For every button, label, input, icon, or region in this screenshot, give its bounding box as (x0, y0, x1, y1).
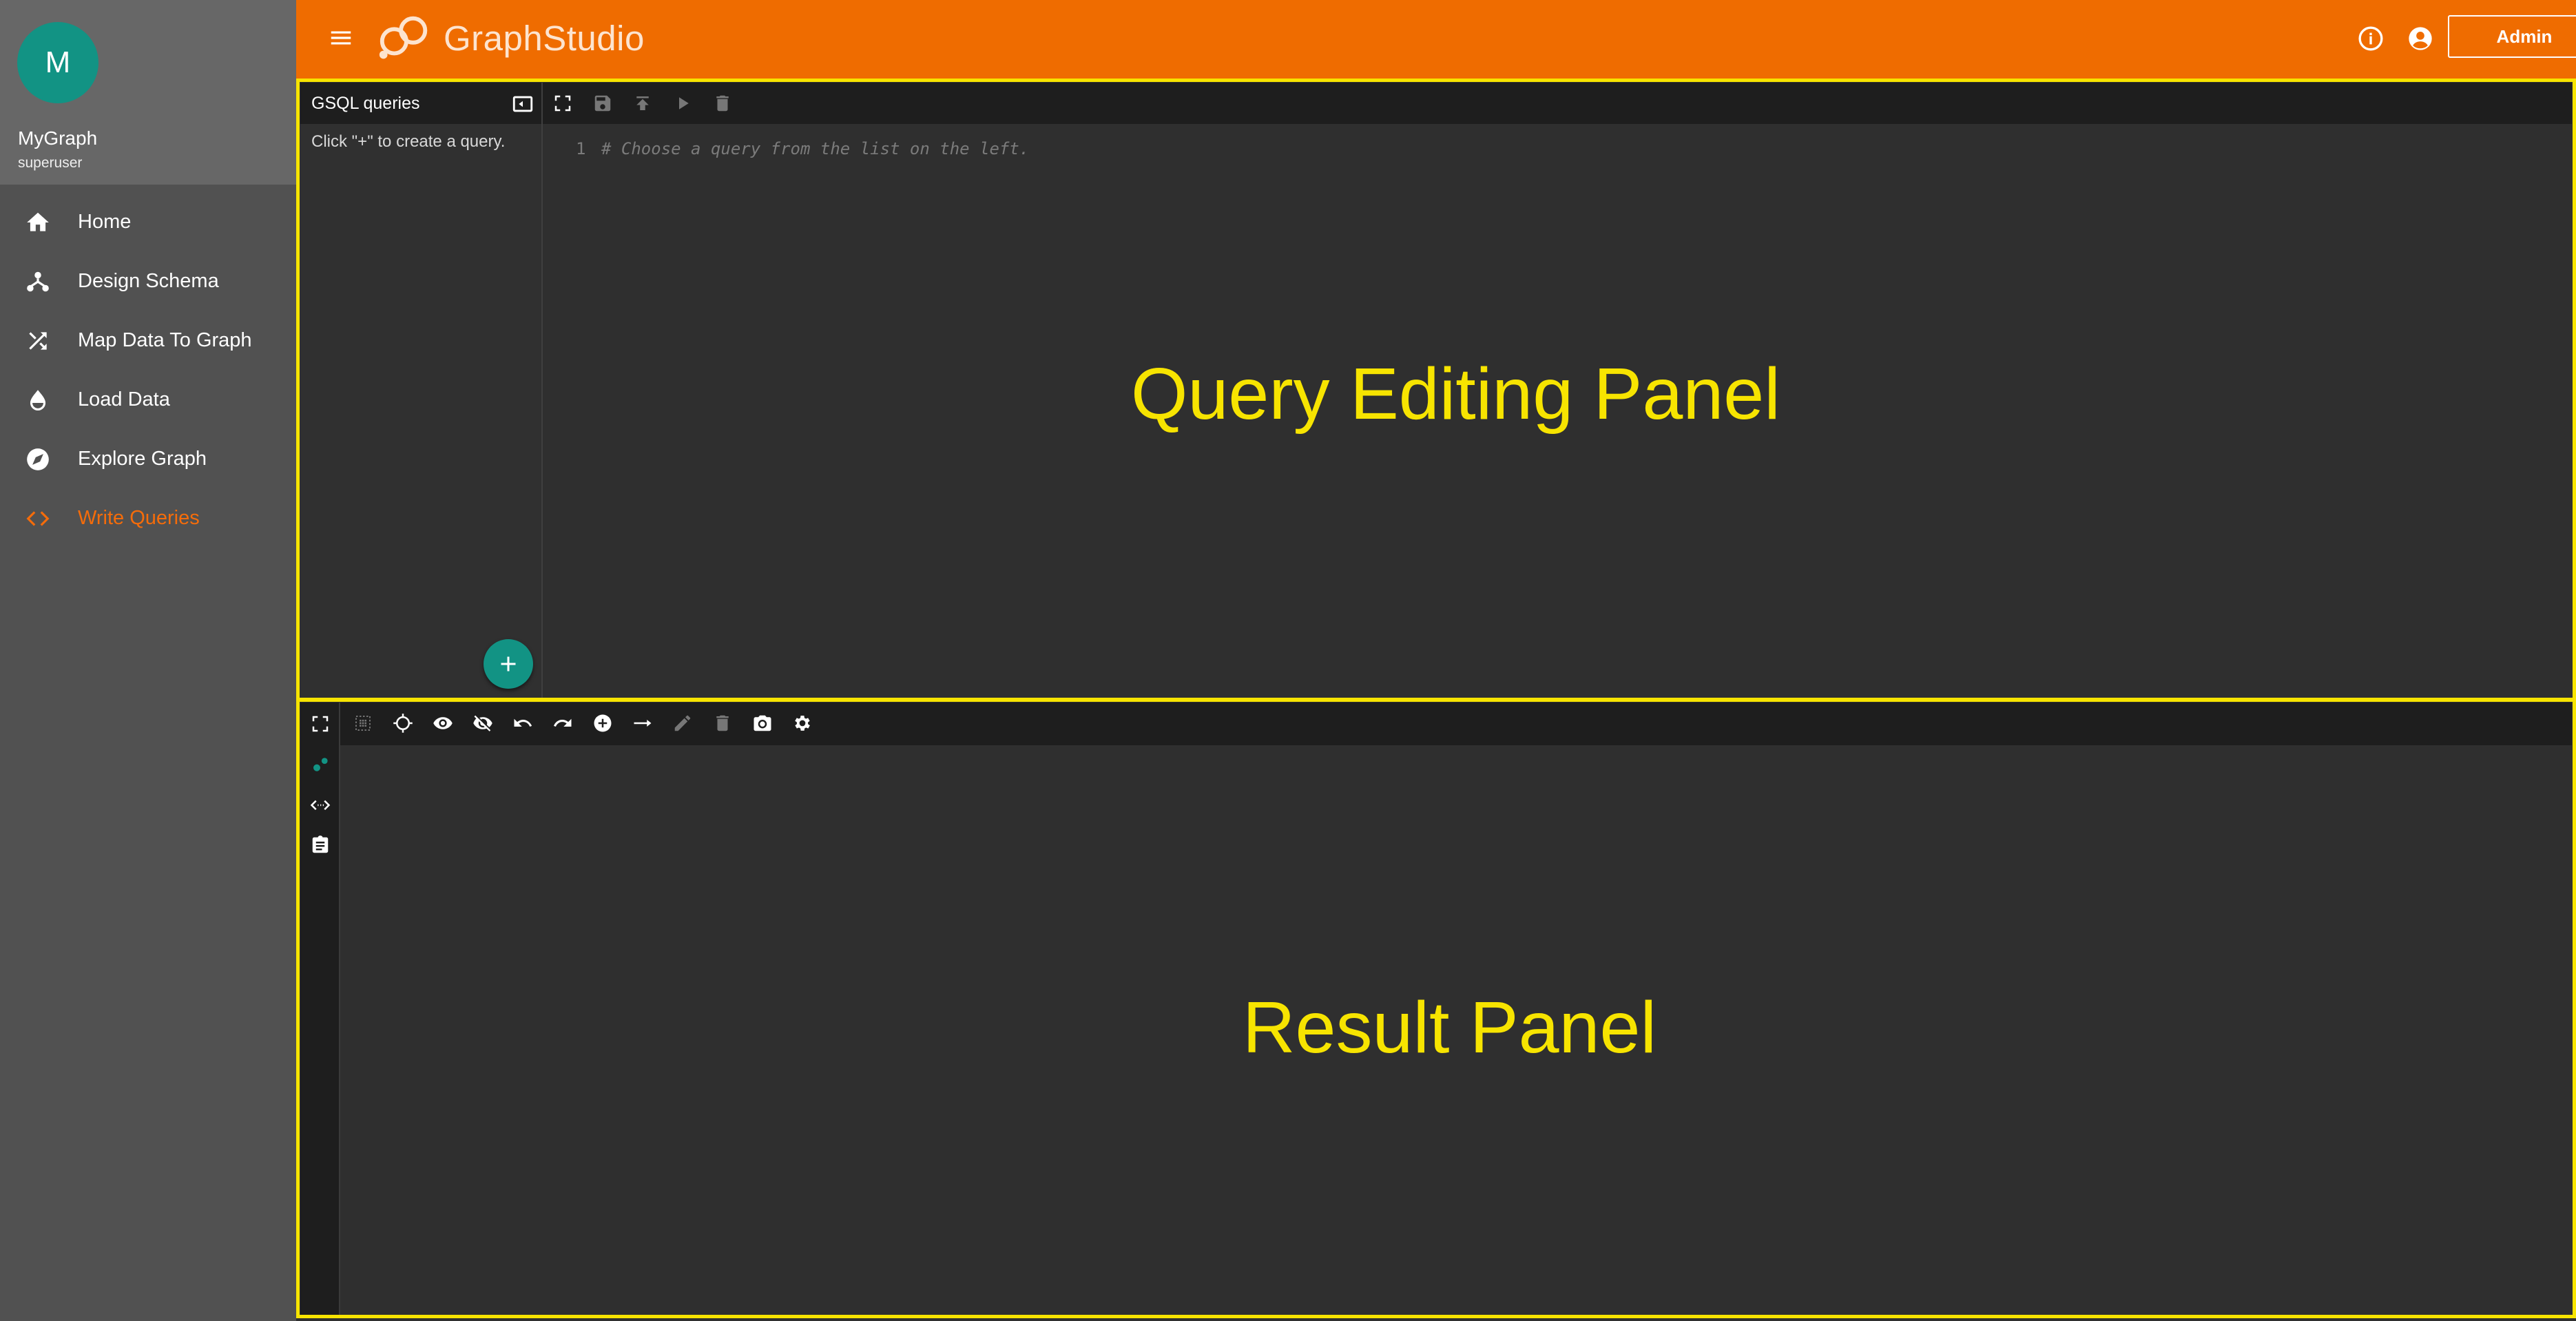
delete-icon[interactable] (712, 713, 733, 734)
nav-item-write-queries[interactable]: Write Queries (0, 489, 296, 548)
query-list-empty-hint: Click "+" to create a query. (311, 132, 506, 151)
home-icon (27, 212, 49, 231)
admin-button[interactable]: Admin (2448, 15, 2576, 58)
query-editing-area: GSQL queries Click "+" to create a query… (296, 79, 2576, 701)
line-number: 1 (576, 139, 586, 158)
nav-label: Explore Graph (78, 448, 207, 470)
nav-label: Home (78, 211, 132, 233)
nav-label: Map Data To Graph (78, 329, 252, 351)
result-area: Result Panel (296, 698, 2576, 1321)
schema-icon (27, 271, 49, 292)
nav-item-design-schema[interactable]: Design Schema (0, 252, 296, 311)
add-edge-icon[interactable] (632, 713, 653, 734)
run-icon[interactable] (672, 93, 693, 114)
fullscreen-icon[interactable] (310, 714, 331, 734)
plus-icon (501, 656, 516, 672)
json-view-icon[interactable] (310, 795, 331, 815)
nav-item-explore-graph[interactable]: Explore Graph (0, 430, 296, 489)
settings-gear-icon[interactable] (792, 713, 813, 734)
collapse-panel-icon[interactable] (511, 92, 534, 116)
log-view-icon[interactable] (310, 835, 331, 855)
profile-section: M MyGraph superuser (0, 0, 296, 185)
code-icon (26, 511, 50, 526)
nav-label: Design Schema (78, 270, 219, 292)
result-view-switcher (300, 703, 340, 1317)
save-icon[interactable] (592, 93, 613, 114)
shuffle-icon (29, 332, 47, 350)
undo-icon[interactable] (512, 713, 533, 734)
nav-item-map-data[interactable]: Map Data To Graph (0, 311, 296, 371)
select-all-icon[interactable] (353, 713, 373, 734)
app-title: GraphStudio (444, 18, 645, 59)
graph-view-icon[interactable] (310, 755, 331, 776)
publish-icon[interactable] (632, 93, 653, 114)
query-panel-annotation: Query Editing Panel (1131, 353, 1780, 435)
add-query-button[interactable] (484, 639, 533, 689)
edit-icon[interactable] (672, 713, 693, 734)
app-title-part1: Graph (444, 19, 543, 58)
nav-item-load-data[interactable]: Load Data (0, 371, 296, 430)
locate-icon[interactable] (393, 713, 413, 734)
query-list-panel: GSQL queries Click "+" to create a query… (300, 83, 543, 698)
user-role: superuser (18, 155, 83, 171)
camera-icon[interactable] (752, 713, 773, 734)
graphstudio-logo-icon (379, 16, 428, 59)
avatar[interactable]: M (17, 22, 98, 103)
account-icon[interactable] (2407, 25, 2434, 52)
fullscreen-icon[interactable] (552, 93, 573, 114)
nav-label: Load Data (78, 388, 170, 410)
info-icon[interactable] (2357, 25, 2385, 52)
top-bar: GraphStudio Admin (296, 0, 2576, 79)
nav-item-home[interactable]: Home (0, 193, 296, 252)
query-list-title: GSQL queries (311, 94, 420, 113)
menu-icon[interactable] (328, 25, 354, 51)
delete-icon[interactable] (712, 93, 733, 114)
add-circle-icon[interactable] (592, 713, 613, 734)
editor-placeholder: # Choose a query from the list on the le… (601, 139, 1030, 158)
sidebar: M MyGraph superuser Home Design Schema M… (0, 0, 296, 1321)
query-list-header: GSQL queries (300, 83, 541, 124)
hide-icon[interactable] (472, 713, 493, 734)
result-panel-annotation: Result Panel (1243, 987, 1657, 1068)
app-title-part2: Studio (543, 19, 645, 58)
graph-name: MyGraph (18, 127, 98, 149)
drop-icon (30, 390, 46, 411)
editor-toolbar (543, 83, 2572, 124)
redo-icon[interactable] (552, 713, 573, 734)
compass-icon (27, 448, 49, 470)
show-icon[interactable] (433, 713, 453, 734)
result-toolbar (340, 703, 2572, 745)
nav-label: Write Queries (78, 507, 200, 529)
